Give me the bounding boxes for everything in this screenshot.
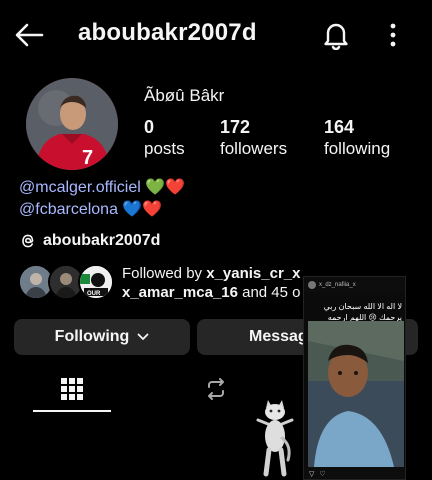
followers-label: followers (220, 139, 288, 158)
followed-by-row[interactable]: OUR Followed by x_yanis_cr_x x_amar_mca_… (18, 262, 318, 304)
video-avatar-icon (308, 281, 316, 289)
followers-count: 172 (220, 117, 251, 137)
tab-posts-grid[interactable] (27, 366, 117, 412)
svg-text:OUR: OUR (87, 291, 101, 297)
video-caption: لا اله الا الله سبحان ربي يرحمك 😢 اللهم … (323, 302, 402, 322)
threads-handle: aboubakr2007d (43, 232, 161, 249)
bio-emoji: 💙❤️ (122, 199, 163, 218)
bio-mention-link[interactable]: @mcalger.officiel (19, 179, 141, 196)
video-top-bar: x_dz_nafiia_x (304, 277, 405, 293)
threads-icon (22, 234, 34, 248)
bell-icon[interactable] (322, 20, 350, 50)
profile-username-title: aboubakr2007d (78, 19, 257, 46)
video-username: x_dz_nafiia_x (319, 282, 356, 288)
more-vertical-icon[interactable] (384, 22, 402, 48)
following-label: following (324, 139, 391, 158)
bio-mention-link[interactable]: @fcbarcelona (19, 201, 118, 218)
followed-by-text: Followed by x_yanis_cr_x x_amar_mca_16 a… (122, 264, 332, 302)
tab-reposts[interactable] (171, 366, 261, 412)
posts-stat[interactable]: 0 posts (144, 116, 185, 160)
active-tab-indicator (33, 410, 111, 412)
back-arrow-icon[interactable] (14, 22, 44, 48)
profile-bio: @mcalger.officiel 💚❤️ @fcbarcelona 💙❤️ (19, 176, 185, 220)
profile-avatar[interactable]: 7 (26, 78, 118, 170)
dancing-cat-sticker (256, 400, 294, 477)
bio-line: @mcalger.officiel 💚❤️ (19, 176, 185, 198)
avatar-image: 7 (26, 78, 118, 170)
following-count: 164 (324, 117, 355, 137)
floating-video-player[interactable]: x_dz_nafiia_x لا اله الا الله سبحان ربي … (303, 276, 406, 480)
video-bottom-bar: ▽ ♡ (304, 467, 405, 479)
send-icon[interactable]: ▽ (309, 470, 314, 478)
following-button[interactable]: Following (14, 319, 190, 355)
svg-text:7: 7 (82, 147, 93, 169)
mutual-user-2: x_amar_mca_16 (122, 284, 238, 301)
following-button-label: Following (54, 328, 130, 345)
threads-link[interactable]: aboubakr2007d (19, 230, 160, 252)
bio-emoji: 💚❤️ (145, 177, 186, 196)
display-name: Ãbøû Bâkr (144, 86, 225, 105)
mutual-avatar: OUR (78, 264, 114, 300)
posts-count: 0 (144, 117, 155, 137)
followed-by-suffix: and 45 o (237, 284, 301, 301)
repost-icon (208, 378, 224, 400)
mutual-user-1: x_yanis_cr_x (206, 265, 301, 282)
bio-line: @fcbarcelona 💙❤️ (19, 198, 185, 220)
followers-stat[interactable]: 172 followers (220, 116, 287, 160)
grid-icon (61, 378, 83, 400)
top-bar: aboubakr2007d (0, 0, 432, 70)
message-button-label: Messag (249, 328, 308, 345)
followed-by-prefix: Followed by (122, 265, 207, 282)
video-frame (308, 321, 404, 467)
heart-icon[interactable]: ♡ (319, 470, 325, 478)
following-stat[interactable]: 164 following (324, 116, 390, 160)
posts-label: posts (144, 139, 185, 158)
chevron-down-icon (137, 333, 149, 340)
